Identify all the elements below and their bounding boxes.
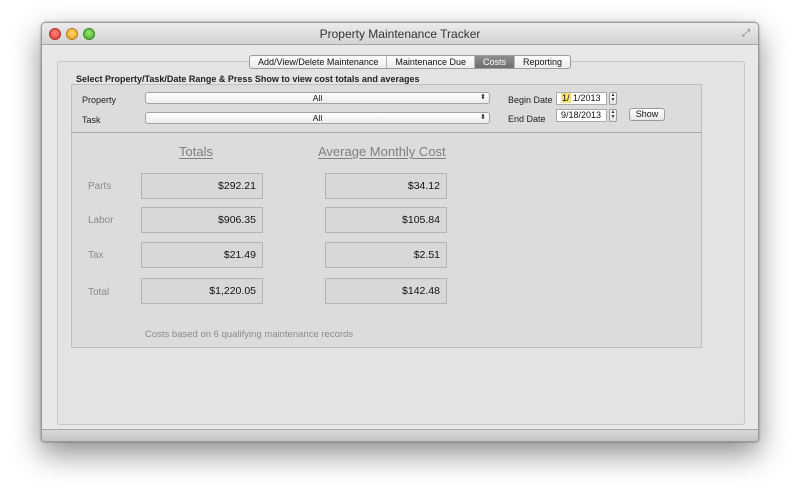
labor-total-value: $906.35 (141, 207, 263, 233)
average-monthly-cost-header: Average Monthly Cost (318, 144, 446, 159)
task-select[interactable]: All ⬍ (145, 112, 490, 124)
begin-date-field[interactable]: 1/ 1/2013 (556, 92, 607, 105)
window-title: Property Maintenance Tracker (319, 27, 481, 41)
begin-date-month-segment[interactable]: 1/ (561, 93, 571, 103)
task-label: Task (82, 115, 101, 125)
app-window: Property Maintenance Tracker ⤢ Add/View/… (41, 22, 759, 442)
begin-date-rest: 1/2013 (570, 93, 601, 103)
updown-arrows-icon: ⬍ (480, 114, 486, 121)
window-bottom-bar (42, 429, 758, 441)
end-date-field[interactable]: 9/18/2013 (556, 109, 607, 122)
task-select-value: All (312, 113, 323, 123)
labor-label: Labor (88, 215, 114, 226)
title-bar[interactable]: Property Maintenance Tracker ⤢ (42, 23, 758, 45)
tab-bar: Add/View/Delete Maintenance Maintenance … (249, 55, 572, 69)
parts-total-value: $292.21 (141, 173, 263, 199)
labor-average-value: $105.84 (325, 207, 447, 233)
grand-average-value: $142.48 (325, 278, 447, 304)
total-label: Total (88, 287, 110, 298)
begin-date-stepper[interactable]: ▲ ▼ (609, 92, 617, 105)
filter-panel: Property All ⬍ Task All ⬍ Begin Date 1/ … (71, 84, 702, 133)
tax-label: Tax (88, 250, 104, 261)
end-date-stepper[interactable]: ▲ ▼ (609, 109, 617, 122)
end-date-label: End Date (508, 114, 546, 124)
tab-costs[interactable]: Costs (474, 56, 515, 68)
property-select-value: All (312, 93, 323, 103)
instructions-text: Select Property/Task/Date Range & Press … (76, 74, 420, 84)
property-label: Property (82, 95, 117, 105)
tab-reporting[interactable]: Reporting (515, 56, 570, 68)
fullscreen-icon[interactable]: ⤢ (740, 28, 752, 40)
tax-total-value: $21.49 (141, 242, 263, 268)
property-select[interactable]: All ⬍ (145, 92, 490, 104)
tab-add-view-delete[interactable]: Add/View/Delete Maintenance (250, 56, 388, 68)
tab-maintenance-due[interactable]: Maintenance Due (387, 56, 475, 68)
qualifying-records-note: Costs based on 6 qualifying maintenance … (145, 329, 354, 340)
updown-arrows-icon: ⬍ (480, 94, 486, 101)
grand-total-value: $1,220.05 (141, 278, 263, 304)
begin-date-label: Begin Date (508, 95, 553, 105)
show-button[interactable]: Show (629, 108, 665, 121)
results-panel: Totals Average Monthly Cost Parts $292.2… (71, 133, 702, 348)
tax-average-value: $2.51 (325, 242, 447, 268)
parts-average-value: $34.12 (325, 173, 447, 199)
totals-header: Totals (179, 144, 213, 159)
parts-label: Parts (88, 181, 112, 192)
